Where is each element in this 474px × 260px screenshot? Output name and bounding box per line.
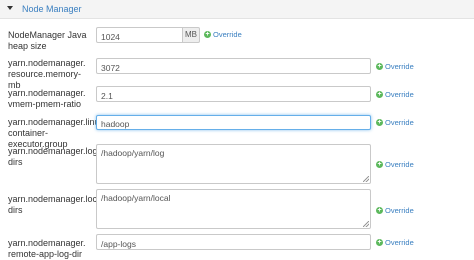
plus-icon: + bbox=[376, 239, 383, 246]
plus-icon: + bbox=[376, 207, 383, 214]
override-link-executor-group[interactable]: + Override bbox=[376, 118, 414, 127]
remote-app-log-dir-input[interactable] bbox=[96, 234, 371, 250]
memory-mb-label: yarn.nodemanager. resource.memory-mb bbox=[8, 58, 86, 90]
override-label: Override bbox=[385, 90, 414, 99]
panel-header[interactable]: Node Manager bbox=[0, 0, 474, 19]
panel-title: Node Manager bbox=[22, 4, 82, 14]
heap-size-label-text: NodeManager Java heap size bbox=[8, 30, 87, 51]
override-link-heap-size[interactable]: + Override bbox=[204, 30, 242, 39]
vmem-pmem-ratio-label: yarn.nodemanager. vmem-pmem-ratio bbox=[8, 88, 86, 109]
plus-icon: + bbox=[376, 119, 383, 126]
log-dirs-textarea-wrap: /hadoop/yarn/log bbox=[96, 144, 371, 184]
plus-icon: + bbox=[376, 161, 383, 168]
caret-down-icon[interactable] bbox=[7, 6, 13, 10]
heap-size-input[interactable] bbox=[96, 27, 183, 43]
heap-size-label: NodeManager Java heap size bbox=[8, 30, 93, 52]
override-link-vmem-pmem-ratio[interactable]: + Override bbox=[376, 90, 414, 99]
override-label: Override bbox=[385, 118, 414, 127]
log-dirs-label: yarn.nodemanager.log- dirs bbox=[8, 146, 101, 167]
log-dirs-textarea[interactable]: /hadoop/yarn/log bbox=[96, 144, 371, 184]
local-dirs-label: yarn.nodemanager.local- dirs bbox=[8, 194, 108, 215]
resize-grip-icon[interactable] bbox=[363, 221, 369, 227]
plus-icon: + bbox=[376, 63, 383, 70]
override-label: Override bbox=[385, 160, 414, 169]
override-label: Override bbox=[385, 62, 414, 71]
override-label: Override bbox=[213, 30, 242, 39]
override-link-log-dirs[interactable]: + Override bbox=[376, 160, 414, 169]
node-manager-panel: Node Manager NodeManager Java heap size … bbox=[0, 0, 474, 259]
override-link-local-dirs[interactable]: + Override bbox=[376, 206, 414, 215]
local-dirs-textarea[interactable]: /hadoop/yarn/local bbox=[96, 189, 371, 229]
resize-grip-icon[interactable] bbox=[363, 176, 369, 182]
plus-icon: + bbox=[204, 31, 211, 38]
override-link-remote-app-log-dir[interactable]: + Override bbox=[376, 238, 414, 247]
vmem-pmem-ratio-input[interactable] bbox=[96, 86, 371, 102]
override-label: Override bbox=[385, 206, 414, 215]
local-dirs-textarea-wrap: /hadoop/yarn/local bbox=[96, 189, 371, 229]
memory-mb-input[interactable] bbox=[96, 58, 371, 74]
executor-group-input[interactable] bbox=[96, 115, 371, 130]
plus-icon: + bbox=[376, 91, 383, 98]
override-link-memory-mb[interactable]: + Override bbox=[376, 62, 414, 71]
override-label: Override bbox=[385, 238, 414, 247]
heap-size-unit: MB bbox=[183, 27, 200, 43]
